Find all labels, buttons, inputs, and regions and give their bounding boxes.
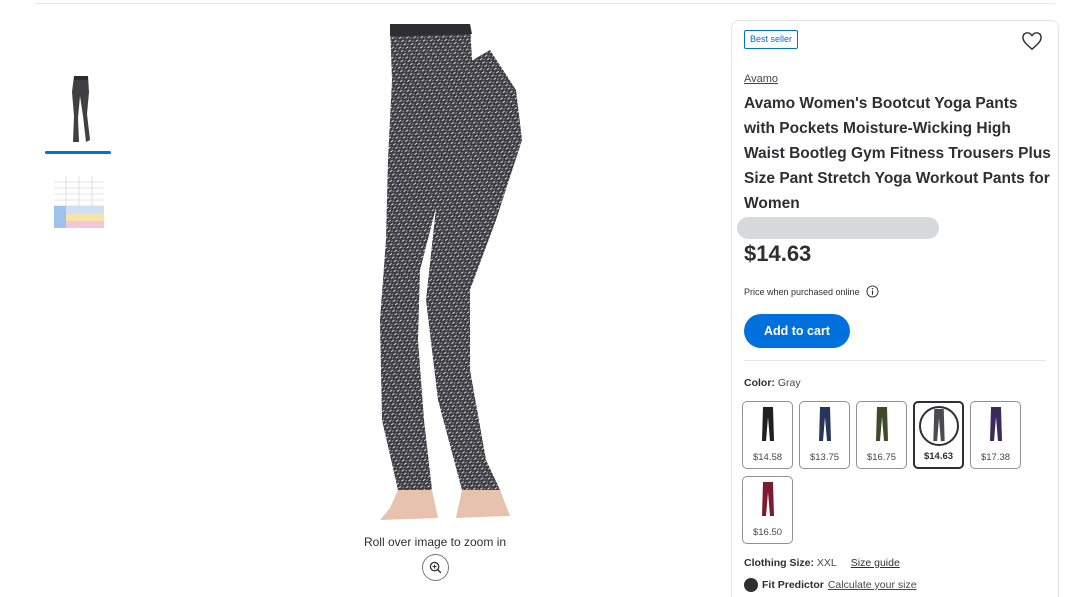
size-chart-thumbnail-image — [54, 176, 104, 228]
price-note: Price when purchased online — [744, 285, 879, 298]
clothing-size-value: XXL — [816, 557, 837, 569]
clothing-size-title: Clothing Size: — [744, 557, 814, 569]
burgundy-pants-image — [761, 482, 774, 516]
info-icon[interactable] — [866, 285, 879, 298]
olive-pants-image — [875, 407, 888, 441]
fit-predictor-icon — [744, 578, 758, 592]
gray-pants-image — [932, 409, 945, 442]
calculate-size-link[interactable]: Calculate your size — [828, 579, 917, 591]
swatch-price: $14.58 — [752, 452, 783, 463]
top-divider — [35, 3, 1055, 4]
swatch-price: $16.50 — [752, 527, 783, 538]
price-note-text: Price when purchased online — [744, 286, 860, 297]
fit-predictor-row: Fit Predictor Calculate your size — [744, 578, 917, 592]
selected-color-name: Gray — [777, 377, 801, 389]
favorite-heart-icon[interactable] — [1021, 31, 1043, 51]
product-price: $14.63 — [744, 241, 812, 266]
zoom-in-icon — [429, 561, 442, 574]
product-title: Avamo Women's Bootcut Yoga Pants with Po… — [744, 95, 1051, 212]
add-to-cart-button[interactable]: Add to cart — [744, 314, 850, 348]
swatch-price: $16.75 — [866, 452, 897, 463]
color-label: Color: Gray — [744, 377, 801, 389]
clothing-size-label: Clothing Size: XXL — [744, 557, 837, 569]
thumbnail-size-chart[interactable] — [44, 174, 112, 232]
color-swatch-black[interactable]: $14.58 — [742, 401, 793, 469]
color-swatch-purple[interactable]: $17.38 — [970, 401, 1021, 469]
swatch-price: $14.63 — [923, 451, 954, 462]
color-swatch-olive[interactable]: $16.75 — [856, 401, 907, 469]
brand-link[interactable]: Avamo — [744, 73, 778, 85]
navy-pants-image — [818, 407, 831, 441]
zoom-hint-text: Roll over image to zoom in — [363, 535, 507, 549]
size-guide-link[interactable]: Size guide — [851, 557, 900, 569]
color-swatch-navy[interactable]: $13.75 — [799, 401, 850, 469]
pants-thumbnail-image — [72, 76, 90, 142]
best-seller-badge: Best seller — [744, 30, 799, 49]
product-main-image[interactable] — [320, 20, 550, 530]
clothing-size-row: Clothing Size: XXL Size guide — [744, 557, 900, 569]
thumbnail-list — [44, 68, 114, 232]
color-swatch-burgundy[interactable]: $16.50 — [742, 476, 793, 544]
fit-predictor-label: Fit Predictor — [762, 579, 824, 591]
zoom-in-button[interactable] — [422, 554, 449, 581]
thumbnail-product-photo[interactable] — [44, 68, 112, 154]
color-label-title: Color: — [744, 377, 775, 389]
purple-pants-image — [989, 407, 1002, 441]
swatch-price: $17.38 — [980, 452, 1011, 463]
black-pants-image — [761, 407, 774, 441]
loading-placeholder — [737, 217, 939, 239]
color-swatch-gray-selected[interactable]: $14.63 — [913, 401, 964, 469]
product-info-panel: Best seller Avamo Avamo Women's Bootcut … — [731, 20, 1059, 597]
swatch-price: $13.75 — [809, 452, 840, 463]
section-divider — [744, 360, 1046, 361]
